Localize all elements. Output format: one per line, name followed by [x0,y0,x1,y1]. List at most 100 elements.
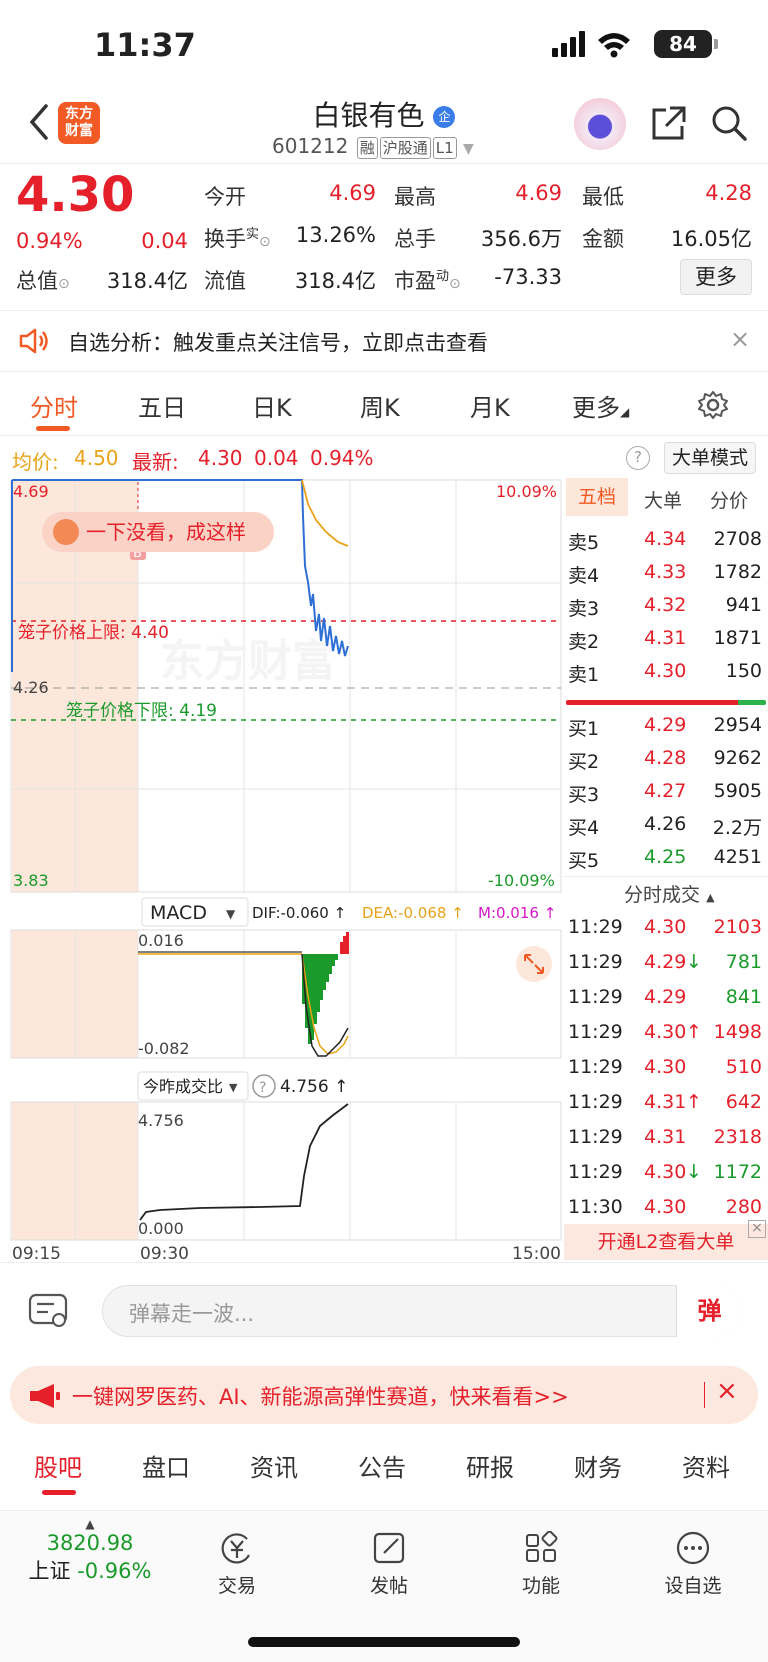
dropdown-caret-icon[interactable]: ▼ [463,141,474,157]
help-icon[interactable]: ? [626,446,650,470]
close-icon[interactable]: × [748,1220,766,1238]
macd-caret-icon[interactable]: ▼ [226,907,236,921]
grid-icon [526,1531,558,1562]
open-value: 4.69 [329,181,376,205]
search-icon[interactable] [710,104,748,142]
trade-row: 11:29 4.30 510 [568,1056,762,1078]
tab-big-orders[interactable]: 大单 [644,486,682,513]
index-quote[interactable]: ▲ 3820.98 上证 -0.96% [20,1517,160,1585]
trade-row: 11:29 4.30 2103 [568,916,762,938]
last-change: 0.04 [254,446,299,470]
assistant-avatar[interactable] [574,98,626,150]
quote-panel: 4.30 0.94% 0.04 总值⊙ 318.4亿 今开 4.69 换手实⊙ … [0,165,768,309]
battery-icon: 84 [654,30,718,58]
macd-selector[interactable]: MACD [150,902,207,924]
change-amount: 0.04 [141,229,188,253]
promo-banner[interactable]: 一键网罗医药、AI、新能源高弹性赛道，快来看看>> × [10,1366,758,1424]
settings-icon[interactable] [698,390,728,420]
high-value: 4.69 [515,181,562,205]
book-tabs: 五档 大单 分价 [564,478,768,518]
close-icon[interactable]: × [730,325,750,353]
megaphone-icon [30,1384,60,1408]
tab-handicap[interactable]: 盘口 [142,1448,190,1483]
m-value: M:0.016 ↑ [478,904,556,922]
high-label: 最高 [394,185,436,209]
more-dots-icon [676,1531,710,1565]
ask-row: 卖1 4.30 150 [568,660,762,686]
tab-more[interactable]: 更多◢ [572,388,629,423]
nav-post[interactable]: 发帖 [334,1531,444,1598]
ask-row: 卖2 4.31 1871 [568,627,762,653]
trade-row: 11:29 4.31 ↑ 642 [568,1091,762,1113]
ratio-caret-icon[interactable]: ▼ [229,1081,238,1094]
danmu-list-icon[interactable] [28,1293,68,1329]
tab-month-k[interactable]: 月K [470,388,510,423]
nav-add-watchlist[interactable]: 设自选 [638,1531,748,1598]
bid-row: 买2 4.28 9262 [568,747,762,773]
post-icon [373,1532,405,1564]
nav-trade[interactable]: 交易 [182,1531,292,1598]
more-quote-button[interactable]: 更多 [680,259,752,295]
nav-functions[interactable]: 功能 [486,1531,596,1598]
chart-tabs: 分时 五日 日K 周K 月K 更多◢ [0,372,768,436]
ratio-value: 4.756 ↑ [280,1077,348,1097]
upper-limit-label: 笼子价格上限: 4.40 [18,623,169,643]
amount-label: 金额 [582,227,624,251]
tab-financials[interactable]: 财务 [574,1448,622,1483]
trades-title[interactable]: 分时成交 ▲ [624,880,715,907]
tab-5day[interactable]: 五日 [138,388,186,423]
ask-row: 卖4 4.33 1782 [568,561,762,587]
tab-day-k[interactable]: 日K [252,388,292,423]
time-open-label: 09:30 [140,1244,189,1264]
tab-forum[interactable]: 股吧 [34,1448,82,1483]
home-indicator [248,1637,520,1647]
danmu-send-button[interactable]: 弹 [676,1285,742,1337]
open-label: 今开 [204,185,246,209]
notice-bar[interactable]: 自选分析：触发重点关注信号，立即点击查看 × [0,310,768,372]
volume-label: 总手 [394,227,436,251]
y-bot-label: 3.83 [13,871,49,890]
share-icon[interactable] [650,104,688,142]
pe-label: 市盈动⊙ [394,269,461,293]
trade-row: 11:29 4.29 ↓ 781 [568,951,762,973]
y-mid-label: 4.26 [13,678,49,697]
tab-week-k[interactable]: 周K [360,388,400,423]
tab-news[interactable]: 资讯 [250,1448,298,1483]
y-top-label: 4.69 [13,482,49,501]
tab-research[interactable]: 研报 [466,1448,514,1483]
danmu-bar: 弹幕走一波... 弹 [0,1262,768,1358]
turnover-value: 13.26% [295,223,376,247]
stock-code: 601212 [272,134,349,158]
tag-margin: 融 [356,137,378,159]
trade-row: 11:29 4.29 841 [568,986,762,1008]
tab-intraday[interactable]: 分时 [30,388,78,423]
dea-value: DEA:-0.068 ↑ [362,904,464,922]
low-value: 4.28 [705,181,752,205]
tag-connect: 沪股通 [379,137,431,159]
trade-row: 11:29 4.30 ↓ 1172 [568,1161,762,1183]
intraday-chart[interactable]: 东方财富 B 一下没看，成这样 4.69 4.26 3.83 10.09% -1… [0,476,562,1266]
tag-level: L1 [432,137,457,159]
big-order-mode-button[interactable]: 大单模式 [664,442,756,474]
avg-line [301,479,349,547]
watermark: 东方财富 [160,636,336,687]
change-pct: 0.94% [16,229,83,253]
tab-price-dist[interactable]: 分价 [710,486,748,513]
signal-wifi-icon [552,31,630,58]
lower-limit-label: 笼子价格下限: 4.19 [66,701,217,721]
tab-announcements[interactable]: 公告 [358,1448,406,1483]
bid-ask-ratio-bar [566,700,766,705]
trade-icon [221,1533,250,1564]
mktcap-label: 总值⊙ [16,269,70,293]
content-tabs: 股吧 盘口 资讯 公告 研报 财务 资料 [0,1436,768,1500]
alert-bubble[interactable]: 一下没看，成这样 [86,520,246,544]
macd-top-label: 0.016 [138,931,184,950]
tab-profile[interactable]: 资料 [682,1448,730,1483]
tab-five-level[interactable]: 五档 [566,478,628,516]
float-label: 流值 [204,269,246,293]
volume-value: 356.6万 [480,227,562,251]
close-icon[interactable]: × [716,1376,738,1406]
danmu-input[interactable]: 弹幕走一波... [102,1285,742,1337]
ratio-selector[interactable]: 今昨成交比 [143,1077,223,1096]
l2-upgrade-banner[interactable]: 开通L2查看大单 × [564,1220,768,1260]
